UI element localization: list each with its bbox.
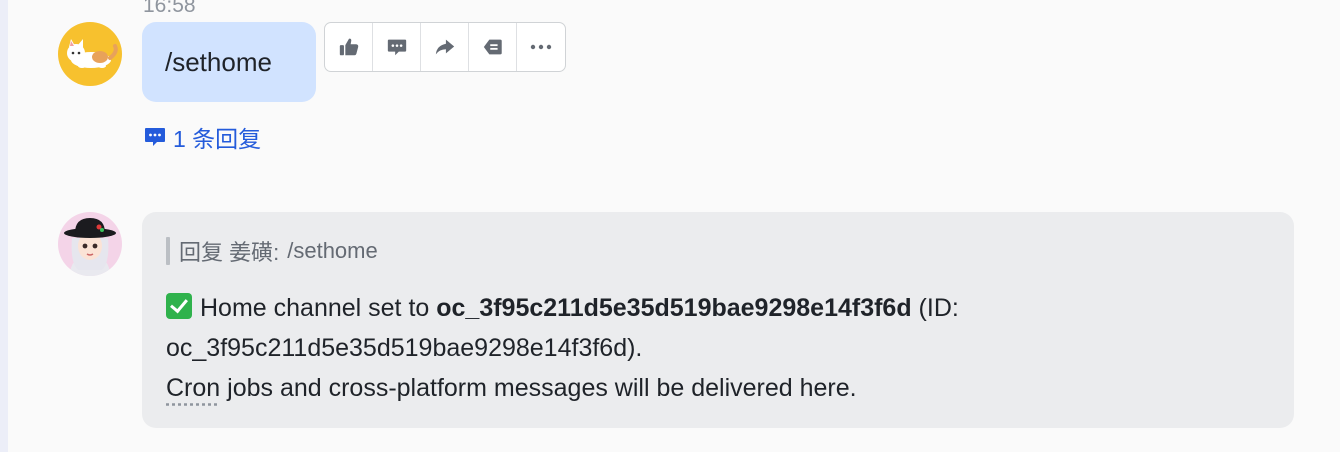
comment-button[interactable] [373,23,421,71]
forward-icon [435,39,454,55]
bot-avatar[interactable] [58,212,122,276]
like-button[interactable] [325,23,373,71]
channel-id-bold: oc_3f95c211d5e35d519bae9298e14f3f6d [436,294,912,322]
reply-quote[interactable]: 回复 姜磺: /sethome [166,236,1270,266]
thread-comment-icon [145,128,165,146]
user-message-bubble[interactable]: /sethome [142,22,316,102]
replies-count-label: 1 条回复 [173,126,262,152]
left-rail [0,0,8,452]
quote-prefix: 回复 姜磺: [179,240,280,265]
quote-reply-icon [483,39,502,55]
quote-text: /sethome [287,238,378,263]
forward-button[interactable] [421,23,469,71]
line1-suffix: (ID: [911,294,959,322]
quote-bar [166,237,170,265]
bot-reply-card[interactable]: 回复 姜磺: /sethome Home channel set to oc_3… [142,212,1294,428]
check-mark-icon [166,293,192,319]
message-timestamp: 16:58 [143,0,196,17]
bot-message-body: Home channel set to oc_3f95c211d5e35d519… [166,288,1270,408]
thread-replies-link[interactable]: 1 条回复 [143,120,261,154]
line1-prefix: Home channel set to [200,294,437,322]
line2-channel-id: oc_3f95c211d5e35d519bae9298e14f3f6d). [166,334,643,362]
more-icon [530,44,552,50]
line3-rest: jobs and cross-platform messages will be… [220,374,857,402]
thumbs-up-icon [339,38,358,56]
cron-word[interactable]: Cron [166,374,220,402]
user-avatar[interactable] [58,22,122,86]
quote-reply-button[interactable] [469,23,517,71]
comment-icon [387,39,406,56]
message-action-toolbar [324,22,566,72]
more-button[interactable] [517,23,565,71]
user-message-text: /sethome [165,46,272,77]
